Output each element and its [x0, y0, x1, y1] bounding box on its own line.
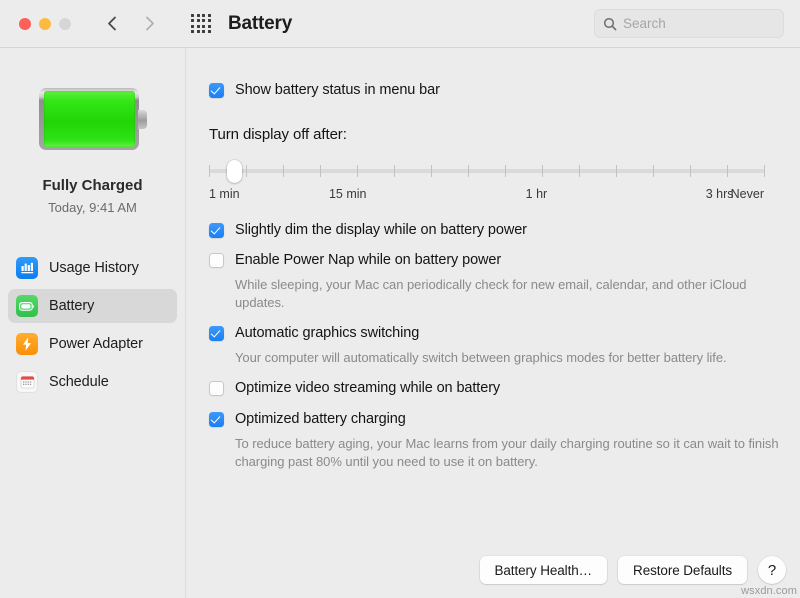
sidebar: Fully Charged Today, 9:41 AM Usage Histo…: [0, 48, 186, 598]
battery-fill: [43, 91, 135, 147]
slider-tick-label: 1 hr: [525, 187, 548, 201]
battery-cap: [137, 110, 147, 129]
navigation-buttons: [104, 15, 158, 32]
checkbox[interactable]: [209, 253, 224, 268]
slider-tick: [727, 165, 728, 177]
battery-icon: [16, 295, 38, 317]
content-pane: Show battery status in menu bar Turn dis…: [186, 48, 800, 598]
action-buttons: Battery Health… Restore Defaults ?: [479, 556, 786, 584]
slider-tick: [357, 165, 358, 177]
slider-tick: [283, 165, 284, 177]
watermark: wsxdn.com: [741, 585, 797, 597]
search-field[interactable]: [594, 9, 784, 38]
slider-tick: [246, 165, 247, 177]
battery-status-timestamp: Today, 9:41 AM: [48, 200, 137, 215]
sidebar-item-power-adapter[interactable]: Power Adapter: [8, 327, 177, 361]
sidebar-item-label: Power Adapter: [49, 336, 143, 352]
chevron-left-icon[interactable]: [104, 15, 121, 32]
option-note: Your computer will automatically switch …: [235, 350, 727, 365]
option-automatic-graphics-switching[interactable]: Automatic graphics switching: [209, 324, 789, 343]
usage-history-icon: [16, 257, 38, 279]
slider-tick: [394, 165, 395, 177]
slider-tick: [320, 165, 321, 177]
checkbox[interactable]: [209, 326, 224, 341]
traffic-lights: [19, 17, 71, 30]
option-optimize-video-streaming[interactable]: Optimize video streaming while on batter…: [209, 379, 789, 398]
zoom-button[interactable]: [59, 17, 71, 30]
option-power-nap-group: Enable Power Nap while on battery power …: [209, 251, 789, 312]
option-label: Slightly dim the display while on batter…: [235, 222, 527, 238]
search-icon: [603, 17, 617, 30]
window-toolbar: Battery: [0, 0, 800, 48]
slider-tick: [690, 165, 691, 177]
slider-tick-label: 1 min: [209, 187, 240, 201]
show-all-grid-icon[interactable]: [190, 13, 212, 35]
option-label: Enable Power Nap while on battery power: [235, 252, 502, 268]
option-note: While sleeping, your Mac can periodicall…: [235, 277, 747, 310]
slider-tick: [579, 165, 580, 177]
slider-knob[interactable]: [227, 160, 243, 183]
chevron-right-icon[interactable]: [141, 15, 158, 32]
preferences-window: Battery Fully Charged Today, 9:41 AM: [0, 0, 800, 598]
option-graphics-switching-group: Automatic graphics switching Your comput…: [209, 324, 789, 367]
option-label: Show battery status in menu bar: [235, 82, 440, 98]
slider-tick-label: Never: [730, 187, 764, 201]
slider-tick: [468, 165, 469, 177]
section-title: Turn display off after:: [209, 126, 347, 143]
minimize-button[interactable]: [39, 17, 51, 30]
battery-options-list: Slightly dim the display while on batter…: [209, 221, 789, 471]
slider-tick-label: 3 hrs: [705, 187, 734, 201]
slider-tick-label: 15 min: [328, 187, 367, 201]
display-sleep-section: Turn display off after: 1 min 15 min 1 hr 3…: [209, 126, 765, 203]
sidebar-item-label: Schedule: [49, 374, 109, 390]
option-slightly-dim[interactable]: Slightly dim the display while on batter…: [209, 221, 789, 240]
search-input[interactable]: [623, 16, 773, 31]
schedule-icon: [16, 371, 38, 393]
sidebar-list: Usage History Battery Power Adapter Sche…: [0, 251, 185, 399]
slider-tick: [653, 165, 654, 177]
slider-tick: [764, 165, 765, 177]
slider-tick: [209, 165, 210, 177]
battery-body: [38, 88, 139, 150]
close-button[interactable]: [19, 17, 31, 30]
checkbox[interactable]: [209, 412, 224, 427]
option-power-nap[interactable]: Enable Power Nap while on battery power: [209, 251, 789, 270]
sidebar-item-label: Usage History: [49, 260, 139, 276]
sidebar-item-usage-history[interactable]: Usage History: [8, 251, 177, 285]
slider-ticks: [209, 165, 765, 177]
page-title: Battery: [228, 12, 293, 34]
checkbox[interactable]: [209, 83, 224, 98]
option-label: Optimize video streaming while on batter…: [235, 380, 501, 396]
option-show-battery-status[interactable]: Show battery status in menu bar: [209, 81, 440, 100]
slider-tick: [616, 165, 617, 177]
slider-tick: [431, 165, 432, 177]
power-adapter-icon: [16, 333, 38, 355]
sidebar-item-battery[interactable]: Battery: [8, 289, 177, 323]
battery-hero-icon: [38, 88, 147, 150]
checkbox[interactable]: [209, 223, 224, 238]
checkbox[interactable]: [209, 381, 224, 396]
battery-health-button[interactable]: Battery Health…: [479, 556, 608, 584]
option-label: Automatic graphics switching: [235, 325, 420, 341]
slider-labels: 1 min 15 min 1 hr 3 hrs Never: [209, 187, 764, 203]
sidebar-item-label: Battery: [49, 298, 95, 314]
option-label: Optimized battery charging: [235, 411, 406, 427]
help-button[interactable]: ?: [758, 556, 786, 584]
option-optimized-charging-group: Optimized battery charging To reduce bat…: [209, 410, 789, 471]
slider-tick: [542, 165, 543, 177]
display-sleep-slider[interactable]: [209, 160, 765, 183]
option-note: To reduce battery aging, your Mac learns…: [235, 436, 779, 469]
sidebar-item-schedule[interactable]: Schedule: [8, 365, 177, 399]
option-optimized-battery-charging[interactable]: Optimized battery charging: [209, 410, 789, 429]
restore-defaults-button[interactable]: Restore Defaults: [618, 556, 747, 584]
slider-tick: [505, 165, 506, 177]
battery-status-text: Fully Charged: [42, 177, 143, 194]
